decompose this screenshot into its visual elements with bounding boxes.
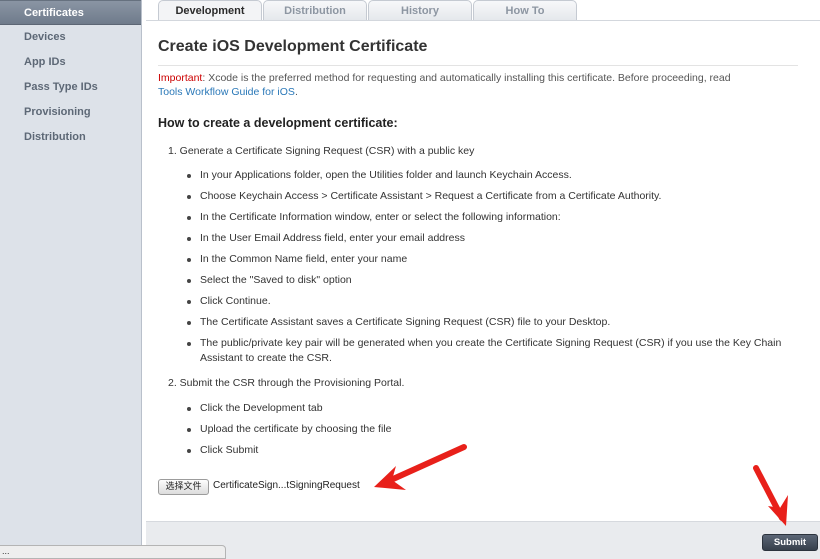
- step-1-bullet: The public/private key pair will be gene…: [187, 336, 810, 366]
- tab-how-to[interactable]: How To: [473, 0, 577, 21]
- sidebar-item-distribution[interactable]: Distribution: [0, 125, 141, 150]
- tab-bar: Development Distribution History How To: [146, 0, 820, 21]
- notice-text: : Xcode is the preferred method for requ…: [202, 72, 731, 84]
- sidebar: Certificates Devices App IDs Pass Type I…: [0, 0, 142, 545]
- sidebar-item-certificates[interactable]: Certificates: [0, 0, 141, 25]
- sidebar-item-pass-type-ids[interactable]: Pass Type IDs: [0, 75, 141, 100]
- sidebar-item-app-ids[interactable]: App IDs: [0, 50, 141, 75]
- annotation-arrow-down-icon: [753, 465, 788, 526]
- step-1-bullet: In the Certificate Information window, e…: [187, 210, 810, 225]
- step-1-bullet: Select the "Saved to disk" option: [187, 273, 810, 288]
- step-2-bullet: Click the Development tab: [187, 401, 810, 416]
- annotation-arrow-left-icon: [374, 444, 467, 490]
- tab-history[interactable]: History: [368, 0, 472, 21]
- step-1-bullet: Click Continue.: [187, 294, 810, 309]
- submit-button[interactable]: Submit: [762, 534, 818, 551]
- footer-bar: [146, 521, 820, 559]
- status-bar: ...: [0, 545, 226, 559]
- important-notice: Important: Xcode is the preferred method…: [158, 71, 798, 99]
- step-2: 2. Submit the CSR through the Provisioni…: [168, 377, 405, 389]
- selected-file-name: CertificateSign...tSigningRequest: [213, 480, 360, 491]
- main-panel: Create iOS Development Certificate Impor…: [146, 21, 820, 521]
- step-1: 1. Generate a Certificate Signing Reques…: [168, 145, 475, 157]
- title-divider: [158, 65, 798, 66]
- notice-end: .: [294, 86, 298, 98]
- choose-file-button[interactable]: 选择文件: [158, 479, 209, 495]
- step-1-bullet: In your Applications folder, open the Ut…: [187, 168, 810, 183]
- sidebar-item-devices[interactable]: Devices: [0, 25, 141, 50]
- step-1-bullet: In the Common Name field, enter your nam…: [187, 252, 810, 267]
- howto-heading: How to create a development certificate:: [158, 116, 398, 130]
- sidebar-item-provisioning[interactable]: Provisioning: [0, 100, 141, 125]
- tab-development[interactable]: Development: [158, 0, 262, 21]
- important-label: Important: [158, 72, 203, 84]
- step-2-bullet: Upload the certificate by choosing the f…: [187, 422, 810, 437]
- tools-workflow-guide-link[interactable]: Tools Workflow Guide for iOS: [158, 86, 295, 98]
- tab-distribution[interactable]: Distribution: [263, 0, 367, 21]
- page-title: Create iOS Development Certificate: [158, 38, 428, 55]
- step-1-bullet: In the User Email Address field, enter y…: [187, 231, 810, 246]
- step-1-bullet: Choose Keychain Access > Certificate Ass…: [187, 189, 810, 204]
- step-2-bullet: Click Submit: [187, 443, 810, 458]
- step-1-bullet: The Certificate Assistant saves a Certif…: [187, 315, 810, 330]
